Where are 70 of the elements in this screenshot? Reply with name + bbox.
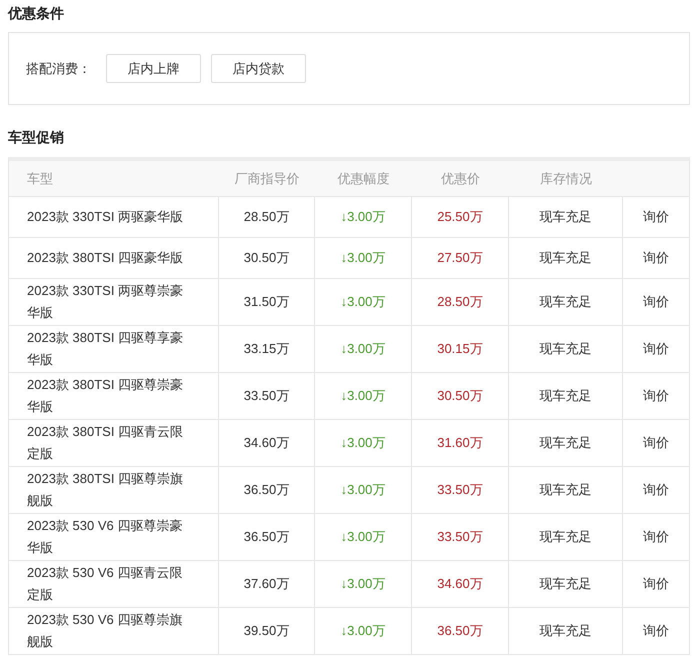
conditions-label: 搭配消费：	[26, 60, 91, 78]
table-cell-text: 现车充足	[540, 208, 592, 226]
table-cell-text: 2023款 330TSI 两驱豪华版	[27, 208, 184, 226]
table-cell-text: 2023款 380TSI 四驱尊崇豪华版	[27, 376, 184, 416]
table-cell-text: 2023款 380TSI 四驱尊崇旗舰版	[27, 470, 184, 510]
inquire-link[interactable]: 询价	[643, 339, 669, 359]
price-cell-text: 33.50万	[437, 481, 483, 500]
table-cell-text: 现车充足	[540, 340, 592, 358]
table-cell-text: 现车充足	[540, 481, 592, 500]
inquire-link[interactable]: 询价	[643, 248, 669, 268]
discount-cell-text: ↓3.00万	[340, 249, 386, 268]
inquire-link[interactable]: 询价	[643, 386, 669, 406]
table-cell-text: 37.60万	[244, 575, 290, 594]
table-cell-text: 2023款 380TSI 四驱尊享豪华版	[27, 329, 184, 369]
section-title: 优惠条件	[8, 4, 64, 23]
column-header: 库存情况	[540, 170, 592, 188]
discount-cell-text: ↓3.00万	[340, 575, 386, 594]
discount-cell-text: ↓3.00万	[340, 208, 386, 226]
discount-cell-text: ↓3.00万	[340, 481, 386, 500]
table-cell-text: 31.50万	[244, 293, 290, 312]
table-cell-text: 33.50万	[244, 387, 290, 406]
table-cell-text: 现车充足	[540, 249, 592, 268]
column-header: 车型	[27, 170, 53, 188]
price-cell-text: 34.60万	[437, 575, 483, 594]
price-cell-text: 36.50万	[437, 622, 483, 640]
table-cell-text: 现车充足	[540, 528, 592, 546]
discount-cell-text: ↓3.00万	[340, 434, 386, 452]
inquire-link[interactable]: 询价	[643, 292, 669, 312]
table-cell-text: 现车充足	[540, 387, 592, 406]
price-cell-text: 25.50万	[437, 208, 483, 226]
table-cell-text: 现车充足	[540, 293, 592, 312]
section-title: 车型促销	[8, 128, 64, 147]
inquire-link[interactable]: 询价	[643, 207, 669, 227]
table-cell-text: 2023款 530 V6 四驱尊崇豪华版	[27, 517, 184, 557]
option-button[interactable]: 店内上牌	[106, 54, 201, 83]
price-cell-text: 28.50万	[437, 293, 483, 312]
inquire-link[interactable]: 询价	[643, 527, 669, 547]
price-cell-text: 31.60万	[437, 434, 483, 452]
table-cell-text: 36.50万	[244, 481, 290, 500]
discount-cell-text: ↓3.00万	[340, 340, 386, 358]
column-header: 厂商指导价	[234, 170, 300, 188]
discount-cell-text: ↓3.00万	[340, 293, 386, 312]
column-header: 优惠价	[441, 170, 480, 188]
price-cell-text: 30.50万	[437, 387, 483, 406]
table-cell-text: 34.60万	[244, 434, 290, 452]
price-cell-text: 33.50万	[437, 528, 483, 546]
table-cell-text: 28.50万	[244, 208, 290, 226]
table-cell-text: 39.50万	[244, 622, 290, 640]
table-cell-text: 33.15万	[244, 340, 290, 358]
discount-cell-text: ↓3.00万	[340, 387, 386, 406]
table-cell-text: 现车充足	[540, 434, 592, 452]
table-cell-text: 现车充足	[540, 575, 592, 594]
option-button[interactable]: 店内贷款	[211, 54, 306, 83]
price-cell-text: 30.15万	[437, 340, 483, 358]
table-cell-text: 2023款 530 V6 四驱青云限定版	[27, 564, 184, 604]
table-cell-text: 现车充足	[540, 622, 592, 640]
inquire-link[interactable]: 询价	[643, 480, 669, 500]
table-cell-text: 36.50万	[244, 528, 290, 546]
table-cell-text: 2023款 380TSI 四驱豪华版	[27, 249, 184, 267]
inquire-link[interactable]: 询价	[643, 621, 669, 641]
table-cell-text: 2023款 530 V6 四驱尊崇旗舰版	[27, 611, 184, 651]
table-cell-text: 30.50万	[244, 249, 290, 268]
table-cell-text: 2023款 330TSI 两驱尊崇豪华版	[27, 282, 184, 322]
inquire-link[interactable]: 询价	[643, 574, 669, 594]
discount-cell-text: ↓3.00万	[340, 528, 386, 546]
price-cell-text: 27.50万	[437, 249, 483, 268]
inquire-link[interactable]: 询价	[643, 433, 669, 453]
column-header: 优惠幅度	[338, 170, 390, 188]
table-cell-text: 2023款 380TSI 四驱青云限定版	[27, 423, 184, 463]
discount-cell-text: ↓3.00万	[340, 622, 386, 640]
